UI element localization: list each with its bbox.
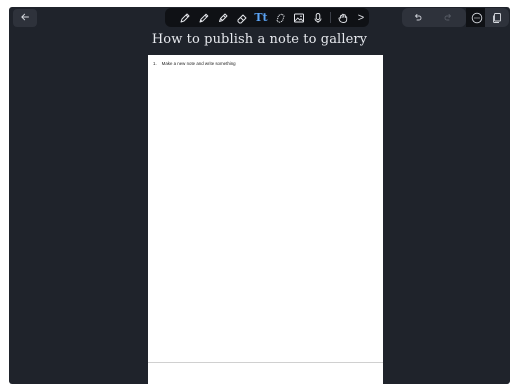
hand-icon: [338, 13, 348, 23]
note-title[interactable]: How to publish a note to gallery: [9, 32, 510, 47]
undo-button[interactable]: [405, 8, 429, 27]
redo-button[interactable]: [437, 8, 461, 27]
chevron-right-icon: >: [357, 11, 365, 24]
drawing-toolbar: Tt >: [165, 8, 369, 27]
text-icon: Tt: [254, 11, 268, 24]
pencil-tool[interactable]: [196, 9, 212, 26]
stamp-tool[interactable]: [335, 9, 351, 26]
image-icon: [294, 13, 304, 22]
audio-tool[interactable]: [310, 9, 326, 26]
pencil-icon: [199, 13, 209, 22]
marker-tool[interactable]: [215, 9, 231, 26]
pages-button[interactable]: [485, 8, 509, 27]
lasso-icon: [276, 12, 285, 23]
image-tool[interactable]: [291, 9, 307, 26]
eraser-icon: [237, 14, 247, 23]
pen-icon: [180, 13, 190, 22]
lasso-tool[interactable]: [272, 9, 288, 26]
undo-icon: [414, 13, 422, 20]
arrow-left-icon: [20, 11, 30, 25]
text-tool[interactable]: Tt: [253, 9, 269, 26]
back-button[interactable]: [13, 9, 37, 27]
note-page[interactable]: 1. Make a new note and write something: [148, 55, 383, 384]
microphone-icon: [314, 12, 322, 23]
pen-tool[interactable]: [177, 9, 193, 26]
list-item-text: Make a new note and write something: [161, 61, 236, 66]
expand-tool[interactable]: >: [353, 9, 369, 26]
page-divider: [148, 362, 383, 363]
list-item[interactable]: 1. Make a new note and write something: [153, 61, 236, 66]
eraser-tool[interactable]: [234, 9, 250, 26]
note-editor: Tt > How to publish a note to gallery 1.…: [9, 7, 510, 384]
marker-icon: [219, 13, 228, 22]
list-item-number: 1.: [153, 61, 157, 66]
more-icon: [471, 12, 483, 23]
redo-icon: [444, 13, 452, 20]
toolbar-divider: [330, 12, 331, 23]
pages-icon: [493, 12, 501, 23]
